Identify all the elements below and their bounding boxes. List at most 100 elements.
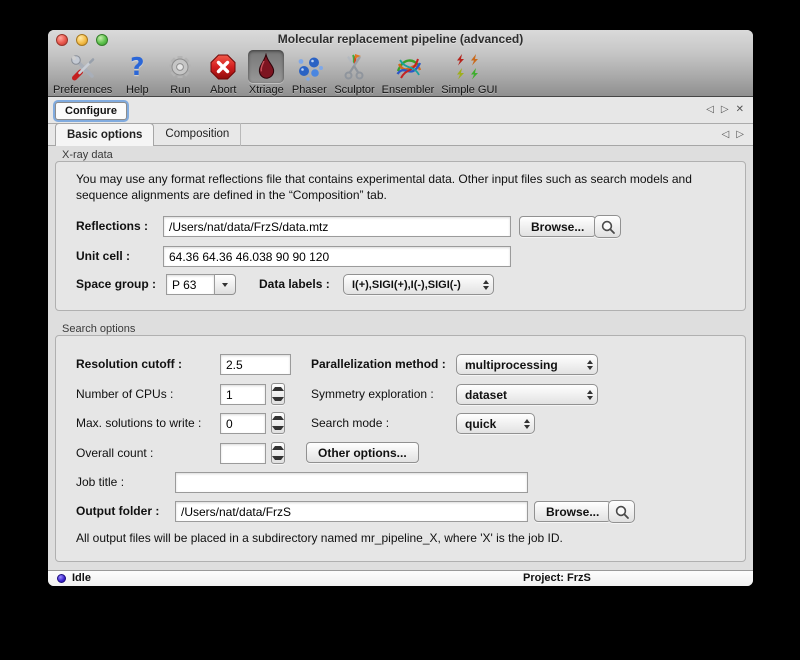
nav-next-icon[interactable]: ▷ <box>721 105 729 115</box>
data-labels-popup[interactable]: I(+),SIGI(+),I(-),SIGI(-) <box>343 274 494 295</box>
ribbons-icon <box>390 50 426 83</box>
symmetry-exploration-label: Symmetry exploration : <box>311 387 434 401</box>
tab-composition[interactable]: Composition <box>154 123 241 146</box>
traffic-lights <box>56 34 108 46</box>
reflections-input[interactable] <box>163 216 511 237</box>
search-group-box: Resolution cutoff : Parallelization meth… <box>55 335 746 562</box>
popup-arrows-icon <box>483 275 489 294</box>
xray-description: You may use any format reflections file … <box>76 171 726 203</box>
parallelization-method-popup[interactable]: multiprocessing <box>456 354 598 375</box>
nav-prev-icon[interactable]: ◁ <box>706 105 714 115</box>
output-folder-inspect-button[interactable] <box>608 500 635 523</box>
toolbar-button-phaser[interactable]: Phaser <box>291 50 327 96</box>
number-of-cpus-stepper[interactable] <box>271 383 285 405</box>
close-tab-icon[interactable]: ✕ <box>736 105 744 115</box>
output-folder-label: Output folder : <box>76 504 159 518</box>
search-mode-popup[interactable]: quick <box>456 413 535 434</box>
reflections-browse-button[interactable]: Browse... <box>519 216 596 237</box>
xray-group-box: You may use any format reflections file … <box>55 161 746 311</box>
symmetry-exploration-popup[interactable]: dataset <box>456 384 598 405</box>
search-mode-label: Search mode : <box>311 416 389 430</box>
toolbar-button-help[interactable]: ? Help <box>119 50 155 96</box>
app-window: Molecular replacement pipeline (advanced… <box>48 30 753 586</box>
max-solutions-label: Max. solutions to write : <box>76 416 201 430</box>
resolution-cutoff-input[interactable] <box>220 354 291 375</box>
parallelization-method-label: Parallelization method : <box>311 357 446 371</box>
job-title-input[interactable] <box>175 472 528 493</box>
output-folder-browse-button[interactable]: Browse... <box>534 501 611 522</box>
magnifier-icon <box>614 504 630 520</box>
max-solutions-stepper[interactable] <box>271 412 285 434</box>
tools-icon <box>65 50 101 83</box>
status-text: Idle <box>72 572 91 584</box>
magnifier-icon <box>600 219 616 235</box>
other-options-button[interactable]: Other options... <box>306 442 419 463</box>
status-indicator-icon <box>57 574 66 583</box>
max-solutions-input[interactable] <box>220 413 266 434</box>
toolbar-button-abort[interactable]: Abort <box>205 50 241 96</box>
toolbar-button-xtriage[interactable]: Xtriage <box>248 50 284 96</box>
unit-cell-input[interactable] <box>163 246 511 267</box>
data-labels-label: Data labels : <box>259 277 330 291</box>
basic-options-panel: X-ray data You may use any format reflec… <box>48 146 753 570</box>
toolbar: Preferences ? Help <box>48 49 753 96</box>
toolbar-button-sculptor[interactable]: Sculptor <box>334 50 374 96</box>
space-group-input[interactable] <box>166 274 215 295</box>
titlebar: Molecular replacement pipeline (advanced… <box>48 30 753 49</box>
toolbar-label: Abort <box>210 84 236 96</box>
xray-group-label: X-ray data <box>62 149 113 161</box>
popup-arrows-icon <box>524 414 530 433</box>
document-tab-row: Configure ◁ ▷ ✕ <box>48 97 753 124</box>
toolbar-label: Preferences <box>53 84 112 96</box>
gear-icon <box>162 50 198 83</box>
search-group-label: Search options <box>62 323 135 335</box>
molecules-icon <box>291 50 327 83</box>
job-title-label: Job title : <box>76 475 124 489</box>
resolution-cutoff-label: Resolution cutoff : <box>76 357 182 371</box>
toolbar-label: Run <box>170 84 190 96</box>
minimize-window-button[interactable] <box>76 34 88 46</box>
close-window-button[interactable] <box>56 34 68 46</box>
toolbar-label: Sculptor <box>334 84 374 96</box>
drop-icon <box>248 50 284 83</box>
toolbar-button-simple-gui[interactable]: Simple GUI <box>441 50 497 96</box>
popup-arrows-icon <box>587 385 593 404</box>
output-folder-input[interactable] <box>175 501 528 522</box>
toolbar-button-ensembler[interactable]: Ensembler <box>382 50 435 96</box>
number-of-cpus-input[interactable] <box>220 384 266 405</box>
scissors-icon <box>336 50 372 83</box>
output-note: All output files will be placed in a sub… <box>76 531 563 545</box>
popup-arrows-icon <box>587 355 593 374</box>
status-bar: Idle Project: FrzS <box>48 570 753 586</box>
tab-configure[interactable]: Configure <box>55 102 127 120</box>
stop-icon <box>205 50 241 83</box>
zoom-window-button[interactable] <box>96 34 108 46</box>
toolbar-button-preferences[interactable]: Preferences <box>53 50 112 96</box>
space-group-label: Space group : <box>76 277 156 291</box>
question-icon: ? <box>119 50 155 83</box>
toolbar-button-run[interactable]: Run <box>162 50 198 96</box>
toolbar-label: Phaser <box>292 84 327 96</box>
number-of-cpus-label: Number of CPUs : <box>76 387 173 401</box>
dropdown-arrow-icon[interactable] <box>215 274 236 295</box>
window-title: Molecular replacement pipeline (advanced… <box>48 30 753 49</box>
toolbar-label: Xtriage <box>249 84 284 96</box>
toolbar-label: Simple GUI <box>441 84 497 96</box>
document-tab-nav: ◁ ▷ ✕ <box>706 97 744 123</box>
overall-count-label: Overall count : <box>76 446 153 460</box>
nav-prev-icon[interactable]: ◁ <box>722 130 730 140</box>
screen: Molecular replacement pipeline (advanced… <box>0 0 800 660</box>
tab-basic-options[interactable]: Basic options <box>55 123 154 146</box>
nav-next-icon[interactable]: ▷ <box>736 130 744 140</box>
space-group-combo[interactable] <box>166 274 236 295</box>
tab-strip: Basic options Composition ◁ ▷ <box>48 124 753 146</box>
overall-count-stepper[interactable] <box>271 442 285 464</box>
unit-cell-label: Unit cell : <box>76 249 130 263</box>
overall-count-input[interactable] <box>220 443 266 464</box>
window-chrome: Molecular replacement pipeline (advanced… <box>48 30 753 97</box>
reflections-inspect-button[interactable] <box>594 215 621 238</box>
reflections-label: Reflections : <box>76 219 148 233</box>
bolts-icon <box>451 50 487 83</box>
project-label: Project: FrzS <box>523 572 591 584</box>
toolbar-label: Help <box>126 84 149 96</box>
